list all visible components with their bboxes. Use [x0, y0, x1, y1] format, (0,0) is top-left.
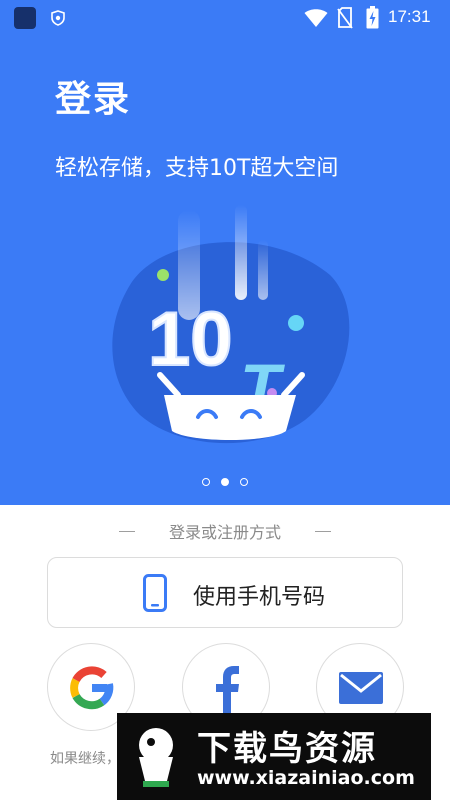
mobile-phone-icon	[143, 574, 167, 612]
divider-line	[315, 530, 331, 532]
divider-line	[118, 530, 135, 532]
wifi-icon	[304, 9, 328, 27]
phone-login-label: 使用手机号码	[193, 585, 326, 610]
battery-charging-icon	[366, 6, 379, 29]
no-sim-icon	[337, 7, 353, 29]
app-icon	[14, 7, 36, 29]
status-bar: 17:31	[0, 0, 450, 36]
divider-label: 登录或注册方式	[168, 523, 281, 542]
pager-dot[interactable]	[202, 478, 210, 486]
page-title: 登录	[55, 79, 132, 120]
shield-icon	[51, 10, 65, 26]
bird-logo-icon	[139, 728, 173, 787]
pager-dot-active[interactable]	[221, 478, 229, 486]
login-methods-divider: 登录或注册方式	[0, 520, 450, 542]
carousel-pager	[0, 478, 450, 486]
hero-banner: 17:31 登录 轻松存储，支持10T超大空间 10 T	[0, 0, 450, 505]
watermark-title: 下载鸟资源	[197, 729, 377, 769]
pager-dot[interactable]	[240, 478, 248, 486]
illustration-number: 10	[148, 297, 233, 382]
terms-text: 如果继续，	[50, 751, 120, 767]
watermark-url: www.xiazainiao.com	[197, 767, 415, 789]
storage-illustration: 10 T	[112, 205, 350, 444]
hero-subtitle: 轻松存储，支持10T超大空间	[55, 156, 339, 181]
watermark-overlay: 下载鸟资源 www.xiazainiao.com	[117, 713, 431, 800]
status-time: 17:31	[388, 7, 431, 26]
phone-login-button[interactable]: 使用手机号码	[47, 557, 403, 628]
